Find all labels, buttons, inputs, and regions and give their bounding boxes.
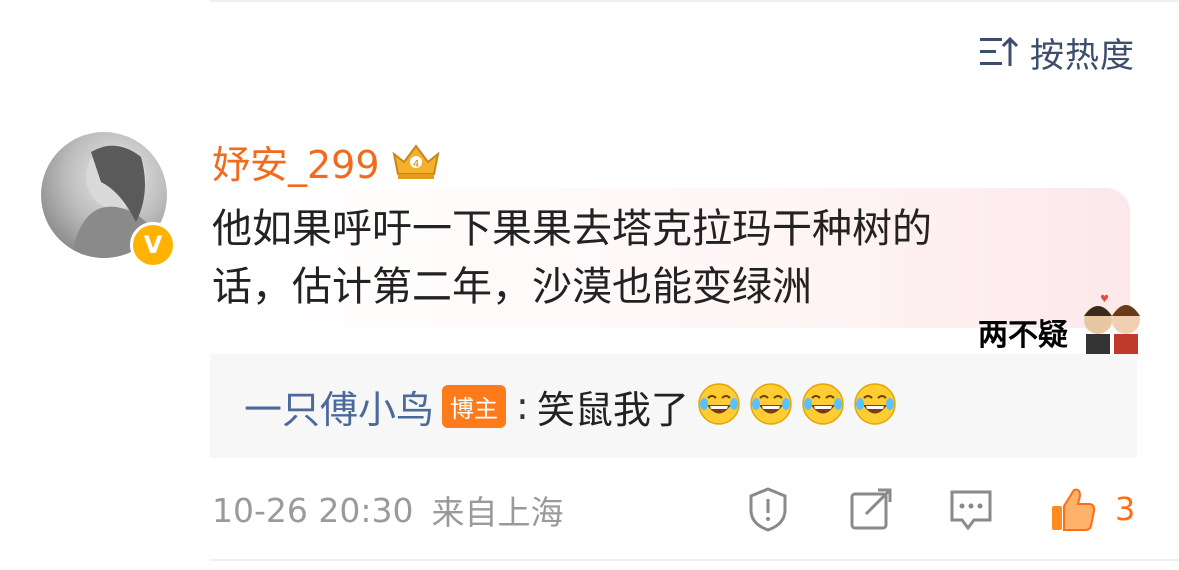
comment-meta: 10-26 20:30 来自上海 (212, 486, 563, 534)
laugh-cry-emoji-icon (854, 383, 896, 425)
sort-icon (980, 36, 1018, 66)
share-icon[interactable] (848, 486, 894, 532)
laugh-cry-emoji-icon (750, 383, 792, 425)
emoji-row (689, 382, 897, 430)
sticker-text: 两不疑 (978, 318, 1068, 353)
svg-text:4: 4 (412, 159, 418, 170)
couple-sticker-image: 两不疑 ♥ (978, 292, 1148, 354)
laugh-cry-emoji-icon (698, 383, 740, 425)
author-badge: 博主 (442, 384, 507, 428)
reply-text: 笑鼠我了 (536, 387, 689, 432)
report-icon[interactable] (745, 486, 791, 532)
svg-text:♥: ♥ (1100, 294, 1109, 305)
sort-by-hot-button[interactable]: 按热度 (978, 30, 1135, 76)
crown-badge-icon[interactable]: 4 (390, 140, 442, 182)
reply-icon[interactable] (948, 486, 994, 532)
sort-label: 按热度 (1030, 35, 1135, 76)
comment-username[interactable]: 妤安_299 (212, 134, 380, 189)
like-icon[interactable] (1050, 486, 1096, 532)
comment-text: 他如果呼吁一下果果去塔克拉玛干种树的 话，估计第二年，沙漠也能变绿洲 (212, 206, 932, 310)
like-count: 3 (1115, 490, 1136, 528)
location: 来自上海 (431, 493, 564, 532)
top-divider (210, 0, 1179, 2)
laugh-cry-emoji-icon (802, 383, 844, 425)
timestamp: 10-26 20:30 (212, 490, 414, 530)
reply-separator: : (516, 384, 529, 428)
verified-v-icon: V (130, 222, 176, 268)
reply-username[interactable]: 一只傅小鸟 (244, 379, 434, 434)
reply-preview[interactable]: 一只傅小鸟 博主 : 笑鼠我了 (210, 354, 1137, 458)
bottom-divider (210, 559, 1179, 561)
